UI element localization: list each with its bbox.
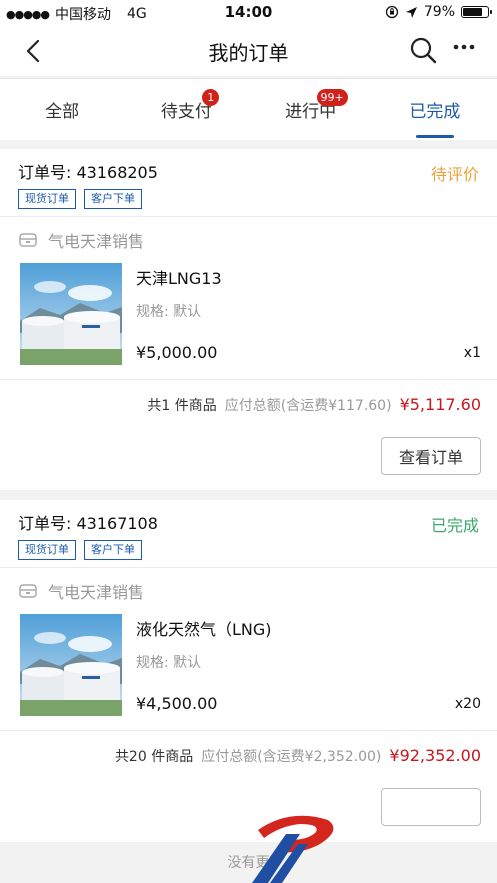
seller-row[interactable]: 气电天津销售 — [0, 217, 497, 263]
order-header: 订单号: 43168205 待评价 现货订单 客户下单 — [0, 149, 497, 217]
navigation-bar: 我的订单 — [0, 26, 497, 76]
product-price: ¥5,000.00 — [136, 343, 218, 362]
status-icons: 79% — [385, 4, 492, 20]
product-row[interactable]: 液化天然气（LNG) 规格: 默认 ¥4,500.00 x20 — [0, 614, 497, 730]
order-card[interactable]: 订单号: 43168205 待评价 现货订单 客户下单 气电天津销售 天津LNG… — [0, 149, 497, 490]
view-order-button[interactable]: 查看订单 — [381, 437, 481, 475]
tab-all[interactable]: 全部 — [0, 79, 124, 140]
pending-payment-count-badge: 1 — [202, 89, 220, 106]
order-status-tabs: 全部 待支付 1 进行中 99+ 已完成 — [0, 78, 497, 140]
product-name: 液化天然气（LNG) — [136, 620, 272, 639]
battery-percent: 79% — [423, 4, 455, 20]
order-actions — [0, 780, 497, 840]
tab-completed[interactable]: 已完成 — [373, 79, 497, 140]
more-options-icon[interactable] — [449, 35, 479, 65]
store-icon — [19, 233, 37, 247]
order-status: 待评价 — [430, 165, 479, 184]
battery-level — [463, 8, 482, 16]
search-icon[interactable] — [408, 35, 438, 65]
tab-label: 全部 — [45, 102, 80, 122]
product-image — [20, 614, 122, 716]
order-tags: 现货订单 客户下单 — [18, 189, 479, 209]
seller-name: 气电天津销售 — [48, 232, 145, 251]
status-bar: ●●●●● 中国移动 4G 14:00 79% — [0, 0, 497, 26]
watermark-logo — [252, 815, 334, 883]
order-header: 订单号: 43167108 已完成 现货订单 客户下单 — [0, 500, 497, 568]
product-image — [20, 263, 122, 365]
product-row[interactable]: 天津LNG13 规格: 默认 ¥5,000.00 x1 — [0, 263, 497, 379]
order-tags: 现货订单 客户下单 — [18, 540, 479, 560]
no-more-text: 没有更 — [227, 855, 270, 871]
seller-name: 气电天津销售 — [48, 583, 145, 602]
product-spec: 规格: 默认 — [136, 655, 202, 671]
tag-customer-order: 客户下单 — [84, 189, 142, 209]
product-quantity: x1 — [463, 345, 481, 361]
tag-spot-order: 现货订单 — [18, 189, 76, 209]
tag-customer-order: 客户下单 — [84, 540, 142, 560]
order-summary: 共20 件商品 应付总额(含运费¥2,352.00) ¥92,352.00 — [0, 730, 497, 780]
item-count: 共20 件商品 — [114, 748, 194, 765]
orientation-lock-icon — [385, 5, 399, 19]
battery-icon — [461, 6, 492, 18]
product-quantity: x20 — [454, 696, 481, 712]
seller-row[interactable]: 气电天津销售 — [0, 568, 497, 614]
tab-label: 已完成 — [409, 102, 461, 122]
total-label: 应付总额(含运费¥2,352.00) — [201, 748, 382, 765]
order-status: 已完成 — [430, 516, 479, 535]
item-count: 共1 件商品 — [147, 397, 217, 414]
order-number: 订单号: 43168205 — [18, 163, 158, 182]
tab-pending-payment[interactable]: 待支付 1 — [124, 79, 248, 140]
location-arrow-icon — [405, 6, 417, 18]
product-name: 天津LNG13 — [136, 269, 222, 288]
total-label: 应付总额(含运费¥117.60) — [224, 397, 392, 414]
order-summary: 共1 件商品 应付总额(含运费¥117.60) ¥5,117.60 — [0, 379, 497, 429]
active-tab-indicator — [415, 135, 454, 138]
order-number: 订单号: 43167108 — [18, 514, 158, 533]
tag-spot-order: 现货订单 — [18, 540, 76, 560]
order-card[interactable]: 订单号: 43167108 已完成 现货订单 客户下单 气电天津销售 液化天然气… — [0, 500, 497, 842]
in-progress-count-badge: 99+ — [316, 89, 348, 106]
order-total: ¥5,117.60 — [399, 395, 481, 414]
product-price: ¥4,500.00 — [136, 694, 218, 713]
tab-in-progress[interactable]: 进行中 99+ — [249, 79, 373, 140]
order-actions: 查看订单 — [0, 429, 497, 489]
product-spec: 规格: 默认 — [136, 304, 202, 320]
store-icon — [19, 584, 37, 598]
order-action-button[interactable] — [381, 788, 481, 826]
order-total: ¥92,352.00 — [389, 746, 481, 765]
